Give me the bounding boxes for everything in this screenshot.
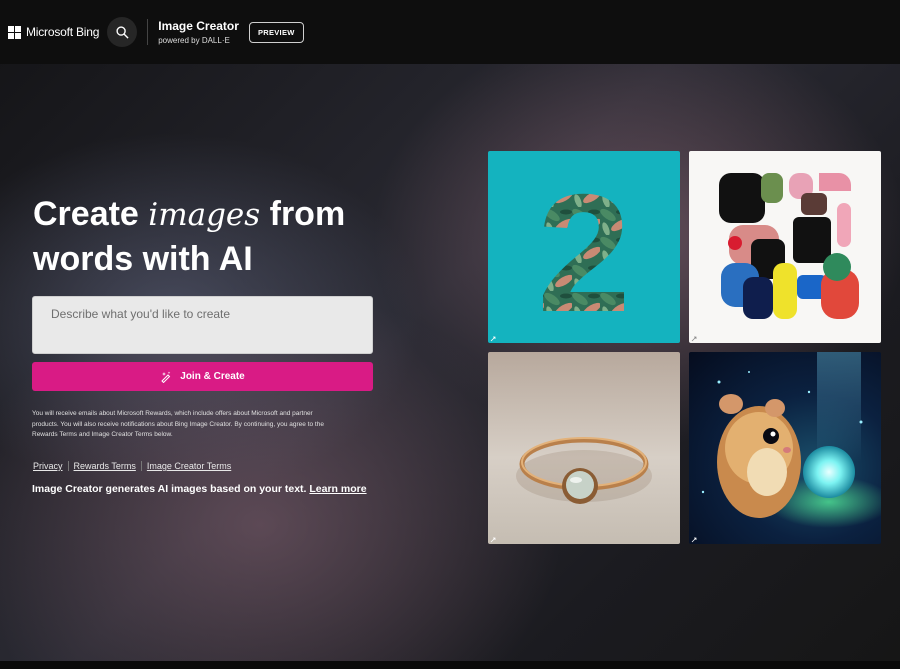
brand-name: Microsoft Bing: [26, 25, 100, 39]
page-title: Create images from words with AI: [33, 192, 393, 281]
image-creator-terms-link[interactable]: Image Creator Terms: [147, 461, 231, 471]
glowing-hamster-illustration: [701, 352, 881, 528]
search-button[interactable]: [107, 17, 138, 47]
microsoft-logo-icon: [8, 25, 21, 39]
ai-mark-icon: [490, 537, 496, 543]
ai-mark-icon: [691, 537, 697, 543]
title-emphasis: images: [148, 197, 261, 233]
abstract-shapes-illustration: [719, 173, 859, 319]
legal-links: Privacy Rewards Terms Image Creator Term…: [33, 461, 231, 471]
number-two-illustration: 2: [537, 159, 630, 343]
ai-mark-icon: [490, 336, 496, 342]
bing-logo[interactable]: Microsoft Bing: [8, 25, 99, 39]
gold-ring-illustration: [516, 437, 652, 504]
footer-note-text: Image Creator generates AI images based …: [32, 483, 310, 495]
join-button-label: Join & Create: [180, 371, 245, 382]
prompt-placeholder: Describe what you'd like to create: [51, 307, 231, 321]
join-and-create-button[interactable]: Join & Create: [32, 362, 373, 391]
magic-wand-icon: [160, 371, 172, 383]
link-separator: [140, 461, 142, 471]
ai-mark-icon: [691, 336, 697, 342]
number-two-leaves-image[interactable]: 2: [488, 151, 680, 343]
abstract-shapes-image[interactable]: [689, 151, 881, 343]
bottom-strip: [0, 661, 900, 669]
product-title: Image Creator: [158, 19, 239, 33]
footer-note: Image Creator generates AI images based …: [32, 483, 367, 495]
legal-notice: You will receive emails about Microsoft …: [32, 410, 324, 438]
prompt-input[interactable]: Describe what you'd like to create: [32, 296, 373, 354]
rewards-terms-link[interactable]: Rewards Terms: [74, 461, 136, 471]
search-icon: [116, 25, 129, 39]
svg-text:2: 2: [537, 159, 630, 343]
title-part-1: Create: [33, 195, 149, 233]
link-separator: [67, 461, 69, 471]
privacy-link[interactable]: Privacy: [33, 461, 63, 471]
product-subtitle: powered by DALL·E: [158, 36, 230, 45]
top-bar: Microsoft Bing Image Creator powered by …: [0, 0, 900, 64]
product-title-block: Image Creator powered by DALL·E: [158, 19, 239, 45]
glowing-hamster-image[interactable]: [689, 352, 881, 544]
learn-more-link[interactable]: Learn more: [309, 483, 366, 495]
header-divider: [147, 19, 149, 45]
gold-ring-image[interactable]: [488, 352, 680, 544]
preview-badge: PREVIEW: [248, 21, 304, 43]
